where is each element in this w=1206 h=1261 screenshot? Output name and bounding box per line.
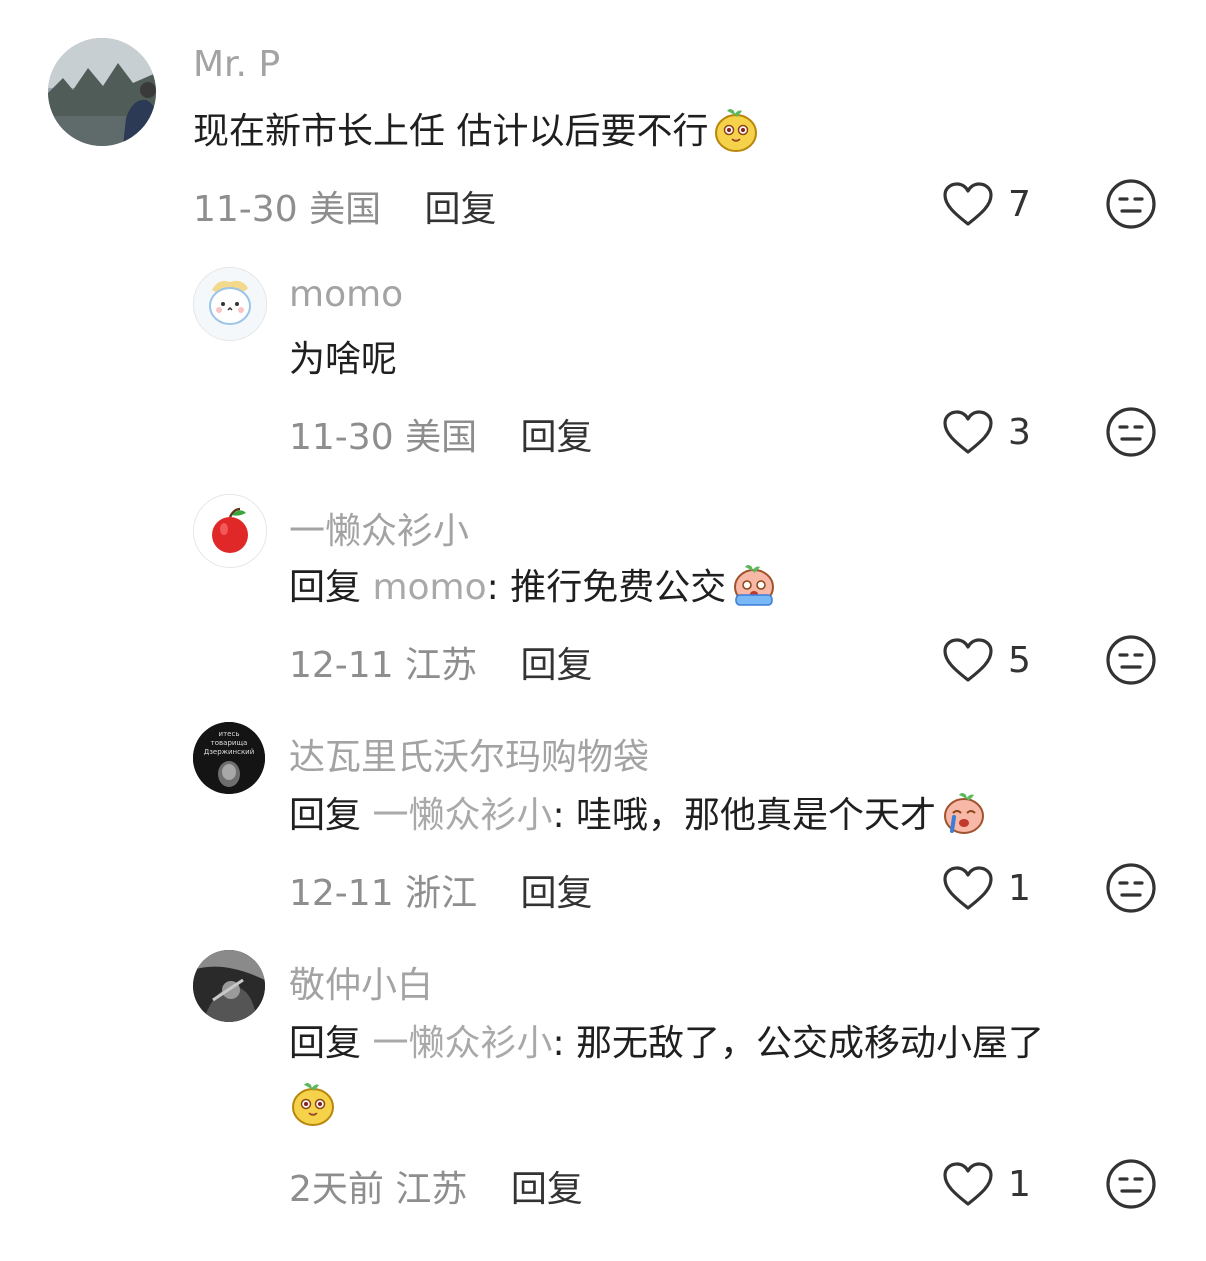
comment-author[interactable]: 一懒众衫小: [289, 502, 469, 554]
comment-meta: 12-11 浙江 回复: [289, 864, 593, 916]
heart-icon: [943, 182, 993, 226]
like-button[interactable]: 3: [942, 409, 1031, 455]
comment-text: 回复 一懒众衫小: 哇哦，那他真是个天才: [289, 788, 988, 844]
yellow-mascot-emoji-icon: [289, 1079, 337, 1127]
comment-text: 现在新市长上任 估计以后要不行: [193, 104, 760, 160]
reply-prefix: 回复: [289, 567, 373, 608]
meh-face-icon: [1106, 863, 1156, 913]
comment-item: 敬仲小白 回复 一懒众衫小: 那无敌了，公交成移动小屋了 2天前 江苏 回复 1: [0, 936, 1206, 1261]
like-count: 3: [1008, 411, 1031, 453]
comment-body: : 那无敌了，公交成移动小屋了: [552, 1023, 1045, 1064]
comment-item: momo 为啥呢 11-30 美国 回复 3: [0, 250, 1206, 480]
comment-date: 12-11: [289, 645, 394, 686]
like-button[interactable]: 1: [942, 865, 1031, 911]
comment-date: 12-11: [289, 873, 394, 914]
comment-meta: 11-30 美国 回复: [289, 408, 593, 460]
reply-prefix: 回复: [289, 795, 373, 836]
avatar[interactable]: [193, 950, 265, 1022]
comment-item: итесь товарища Дзержинский 达瓦里氏沃尔玛购物袋 回复…: [0, 708, 1206, 936]
comment-body: 为啥呢: [289, 339, 398, 380]
comment-meta: 12-11 江苏 回复: [289, 636, 593, 688]
dislike-button[interactable]: [1105, 634, 1157, 686]
avatar[interactable]: [193, 267, 267, 341]
meh-face-icon: [1106, 179, 1156, 229]
comment-region: 江苏: [395, 1169, 468, 1210]
avatar-caption: товарища: [211, 739, 248, 747]
comment-text-continued: [289, 1078, 337, 1134]
reply-prefix: 回复: [289, 1023, 373, 1064]
comment-item: 一懒众衫小 回复 momo: 推行免费公交 12-11 江苏 回复 5: [0, 480, 1206, 708]
yellow-mascot-emoji-icon: [712, 105, 760, 153]
comment-meta: 2天前 江苏 回复: [289, 1160, 583, 1212]
reply-target-user[interactable]: 一懒众衫小: [372, 795, 552, 836]
comment-text: 为啥呢: [289, 332, 397, 388]
dislike-button[interactable]: [1105, 406, 1157, 458]
meh-face-icon: [1106, 407, 1156, 457]
like-button[interactable]: 5: [942, 637, 1031, 683]
comment-region: 美国: [405, 417, 478, 458]
reply-button[interactable]: 回复: [521, 645, 593, 686]
comment-author[interactable]: 达瓦里氏沃尔玛购物袋: [289, 728, 649, 780]
avatar[interactable]: итесь товарища Дзержинский: [193, 722, 265, 794]
reply-button[interactable]: 回复: [425, 189, 497, 230]
avatar[interactable]: [193, 494, 267, 568]
dislike-button[interactable]: [1105, 178, 1157, 230]
like-count: 1: [1008, 1163, 1031, 1205]
heart-icon: [943, 410, 993, 454]
comment-author[interactable]: momo: [289, 274, 403, 315]
reply-button[interactable]: 回复: [521, 873, 593, 914]
pink-mascot-crying-emoji-icon: [730, 561, 778, 609]
avatar-caption: итесь: [219, 730, 240, 738]
comment-body: 现在新市长上任 估计以后要不行: [193, 111, 709, 152]
comment-date: 11-30: [289, 417, 394, 458]
like-count: 7: [1008, 183, 1031, 225]
comment-text: 回复 momo: 推行免费公交: [289, 560, 778, 616]
reply-button[interactable]: 回复: [511, 1169, 583, 1210]
reply-target-user[interactable]: 一懒众衫小: [372, 1023, 552, 1064]
comment-item: Mr. P 现在新市长上任 估计以后要不行 11-30 美国 回复 7: [0, 0, 1206, 250]
dislike-button[interactable]: [1105, 1158, 1157, 1210]
like-button[interactable]: 7: [942, 181, 1031, 227]
comment-text: 回复 一懒众衫小: 那无敌了，公交成移动小屋了: [289, 1016, 1044, 1072]
like-count: 1: [1008, 867, 1031, 909]
comment-date: 2天前: [289, 1169, 384, 1210]
like-button[interactable]: 1: [942, 1161, 1031, 1207]
heart-icon: [943, 1162, 993, 1206]
comment-region: 浙江: [405, 873, 478, 914]
dislike-button[interactable]: [1105, 862, 1157, 914]
meh-face-icon: [1106, 1159, 1156, 1209]
comment-region: 江苏: [405, 645, 478, 686]
pink-mascot-crying-emoji-icon: [940, 789, 988, 837]
comment-meta: 11-30 美国 回复: [193, 180, 497, 232]
heart-icon: [943, 866, 993, 910]
reply-button[interactable]: 回复: [521, 417, 593, 458]
comment-region: 美国: [309, 189, 382, 230]
meh-face-icon: [1106, 635, 1156, 685]
reply-target-user[interactable]: momo: [372, 567, 486, 608]
avatar-caption: Дзержинский: [204, 748, 255, 756]
heart-icon: [943, 638, 993, 682]
comment-author[interactable]: 敬仲小白: [289, 956, 433, 1008]
like-count: 5: [1008, 639, 1031, 681]
comment-date: 11-30: [193, 189, 298, 230]
comment-body: : 推行免费公交: [486, 567, 727, 608]
comment-author[interactable]: Mr. P: [193, 44, 280, 85]
avatar[interactable]: [48, 38, 156, 146]
comment-body: : 哇哦，那他真是个天才: [552, 795, 937, 836]
